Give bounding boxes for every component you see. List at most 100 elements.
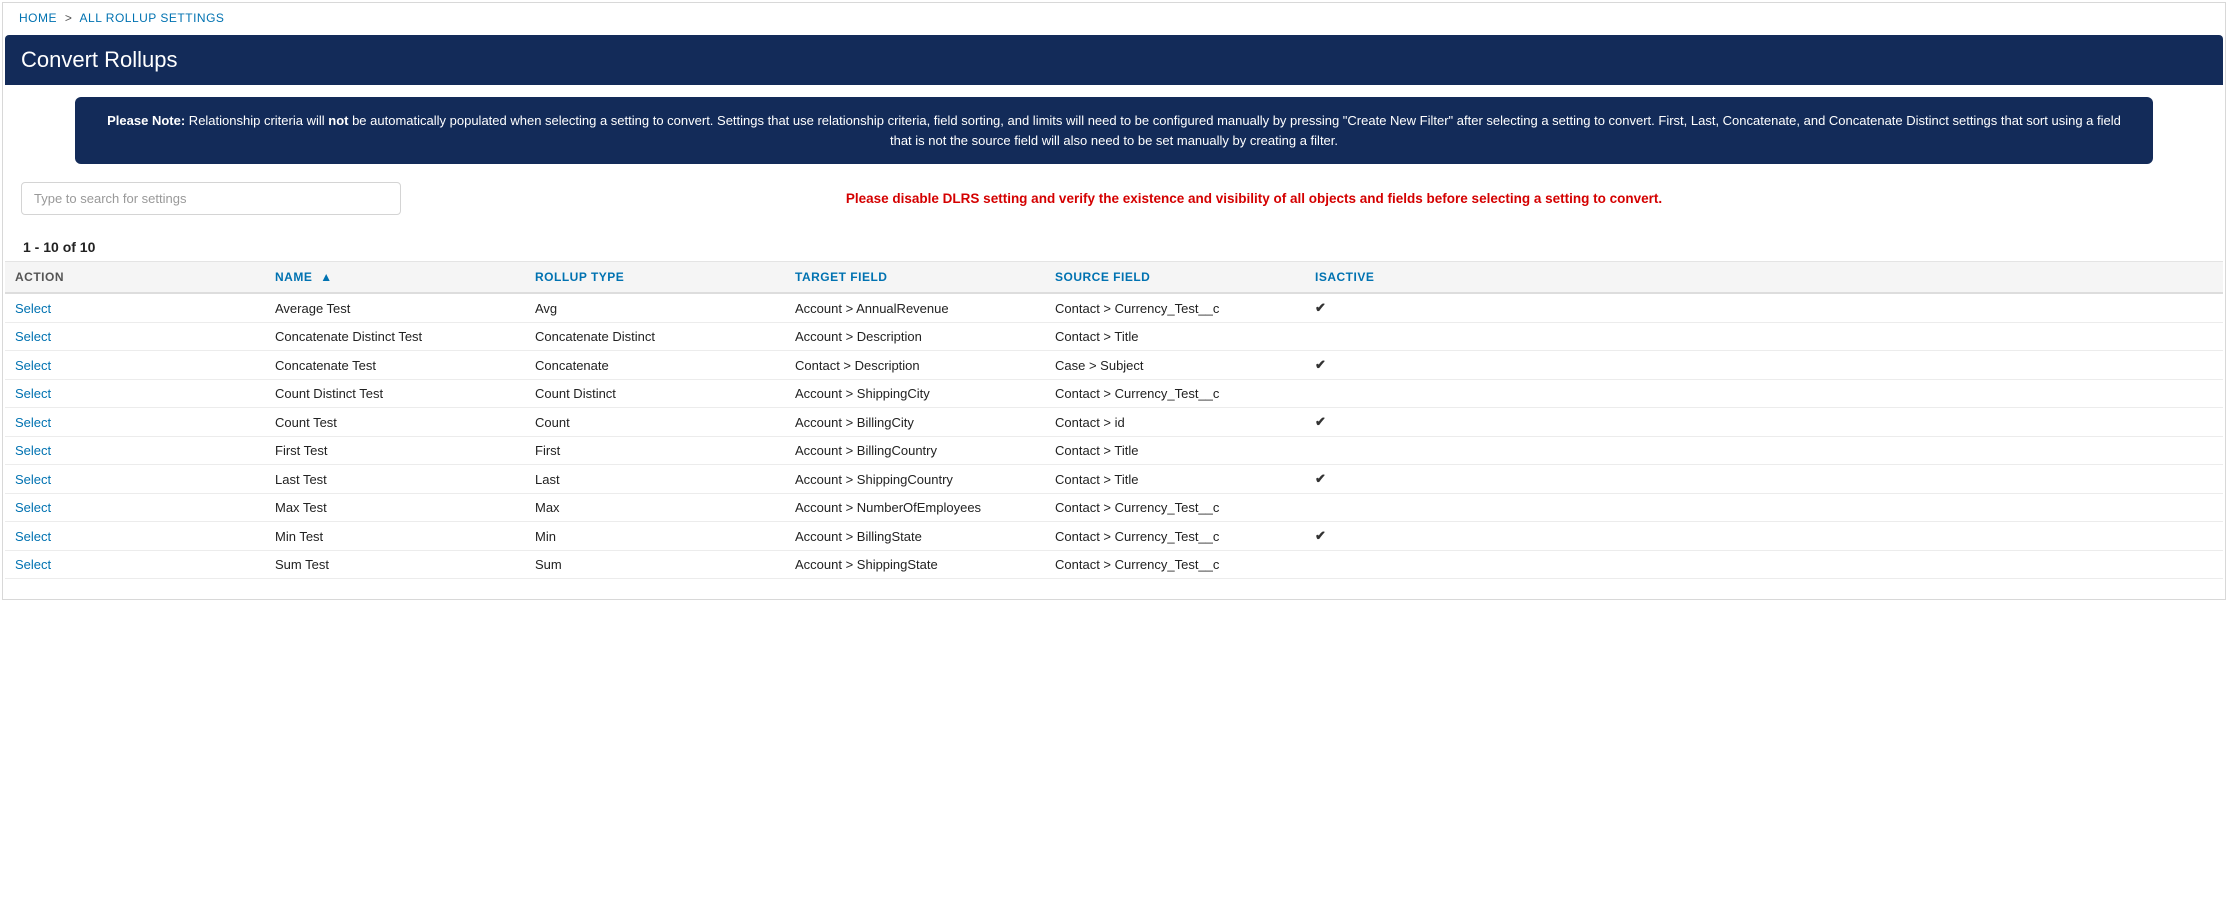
- sort-asc-icon: ▲: [320, 270, 332, 284]
- col-source-field-label: SOURCE FIELD: [1055, 270, 1150, 284]
- col-name-label: NAME: [275, 270, 312, 284]
- cell-target-field: Account > ShippingCountry: [785, 465, 1045, 494]
- select-link[interactable]: Select: [15, 529, 51, 544]
- col-name[interactable]: NAME ▲: [265, 262, 525, 293]
- cell-source-field: Case > Subject: [1045, 351, 1305, 380]
- cell-rollup-type: Max: [525, 494, 785, 522]
- cell-target-field: Contact > Description: [785, 351, 1045, 380]
- table-row: Select Concatenate TestConcatenateContact…: [5, 351, 2223, 380]
- note-text-2: be automatically populated when selectin…: [348, 113, 2120, 148]
- cell-rollup-type: First: [525, 437, 785, 465]
- cell-target-field: Account > NumberOfEmployees: [785, 494, 1045, 522]
- page-title: Convert Rollups: [5, 35, 2223, 85]
- table-row: Select First TestFirstAccount > BillingCo…: [5, 437, 2223, 465]
- search-input[interactable]: [21, 182, 401, 215]
- col-action: ACTION: [5, 262, 265, 293]
- settings-table-wrap: ACTION NAME ▲ ROLLUP TYPE TARGET FIELD S…: [5, 261, 2223, 579]
- cell-source-field: Contact > Currency_Test__c: [1045, 293, 1305, 323]
- cell-isactive: ✔: [1305, 293, 2223, 323]
- note-text-1: Relationship criteria will: [185, 113, 328, 128]
- cell-rollup-type: Concatenate: [525, 351, 785, 380]
- breadcrumb-sep-icon: >: [65, 11, 73, 25]
- check-icon: ✔: [1315, 357, 1326, 372]
- select-link[interactable]: Select: [15, 301, 51, 316]
- select-link[interactable]: Select: [15, 358, 51, 373]
- col-rollup-type-label: ROLLUP TYPE: [535, 270, 624, 284]
- table-row: Select Concatenate Distinct TestConcatena…: [5, 323, 2223, 351]
- select-link[interactable]: Select: [15, 557, 51, 572]
- col-target-field[interactable]: TARGET FIELD: [785, 262, 1045, 293]
- cell-name: Last Test: [265, 465, 525, 494]
- cell-name: First Test: [265, 437, 525, 465]
- cell-name: Concatenate Test: [265, 351, 525, 380]
- cell-name: Count Test: [265, 408, 525, 437]
- cell-isactive: [1305, 494, 2223, 522]
- warning-message: Please disable DLRS setting and verify t…: [401, 191, 2207, 206]
- cell-source-field: Contact > id: [1045, 408, 1305, 437]
- cell-name: Count Distinct Test: [265, 380, 525, 408]
- cell-source-field: Contact > Title: [1045, 465, 1305, 494]
- col-isactive-label: ISACTIVE: [1315, 270, 1374, 284]
- cell-source-field: Contact > Currency_Test__c: [1045, 380, 1305, 408]
- cell-rollup-type: Last: [525, 465, 785, 494]
- cell-rollup-type: Min: [525, 522, 785, 551]
- breadcrumb: HOME > ALL ROLLUP SETTINGS: [3, 3, 2225, 33]
- cell-target-field: Account > BillingCity: [785, 408, 1045, 437]
- cell-rollup-type: Concatenate Distinct: [525, 323, 785, 351]
- cell-rollup-type: Count Distinct: [525, 380, 785, 408]
- table-row: Select Max TestMaxAccount > NumberOfEmplo…: [5, 494, 2223, 522]
- col-target-field-label: TARGET FIELD: [795, 270, 887, 284]
- col-isactive[interactable]: ISACTIVE: [1305, 262, 2223, 293]
- cell-isactive: [1305, 551, 2223, 579]
- table-row: Select Sum TestSumAccount > ShippingState…: [5, 551, 2223, 579]
- cell-source-field: Contact > Title: [1045, 437, 1305, 465]
- col-rollup-type[interactable]: ROLLUP TYPE: [525, 262, 785, 293]
- cell-isactive: [1305, 380, 2223, 408]
- cell-rollup-type: Avg: [525, 293, 785, 323]
- cell-rollup-type: Sum: [525, 551, 785, 579]
- cell-source-field: Contact > Currency_Test__c: [1045, 551, 1305, 579]
- cell-name: Max Test: [265, 494, 525, 522]
- table-row: Select Last TestLastAccount > ShippingCou…: [5, 465, 2223, 494]
- cell-isactive: ✔: [1305, 522, 2223, 551]
- check-icon: ✔: [1315, 528, 1326, 543]
- cell-target-field: Account > ShippingCity: [785, 380, 1045, 408]
- cell-target-field: Account > Description: [785, 323, 1045, 351]
- settings-table: ACTION NAME ▲ ROLLUP TYPE TARGET FIELD S…: [5, 262, 2223, 579]
- select-link[interactable]: Select: [15, 472, 51, 487]
- table-row: Select Min TestMinAccount > BillingStateC…: [5, 522, 2223, 551]
- select-link[interactable]: Select: [15, 386, 51, 401]
- pager-text: 1 - 10 of 10: [5, 225, 2223, 261]
- check-icon: ✔: [1315, 414, 1326, 429]
- cell-target-field: Account > ShippingState: [785, 551, 1045, 579]
- cell-target-field: Account > BillingCountry: [785, 437, 1045, 465]
- cell-name: Min Test: [265, 522, 525, 551]
- breadcrumb-home[interactable]: HOME: [19, 11, 57, 25]
- table-row: Select Count TestCountAccount > BillingCi…: [5, 408, 2223, 437]
- cell-isactive: ✔: [1305, 465, 2223, 494]
- cell-source-field: Contact > Currency_Test__c: [1045, 494, 1305, 522]
- cell-isactive: [1305, 323, 2223, 351]
- note-prefix: Please Note:: [107, 113, 185, 128]
- table-row: SelectAverage TestAvgAccount > AnnualRev…: [5, 293, 2223, 323]
- breadcrumb-current[interactable]: ALL ROLLUP SETTINGS: [80, 11, 225, 25]
- select-link[interactable]: Select: [15, 415, 51, 430]
- cell-isactive: ✔: [1305, 408, 2223, 437]
- select-link[interactable]: Select: [15, 329, 51, 344]
- select-link[interactable]: Select: [15, 443, 51, 458]
- cell-rollup-type: Count: [525, 408, 785, 437]
- cell-name: Concatenate Distinct Test: [265, 323, 525, 351]
- check-icon: ✔: [1315, 471, 1326, 486]
- check-icon: ✔: [1315, 300, 1326, 315]
- cell-source-field: Contact > Currency_Test__c: [1045, 522, 1305, 551]
- cell-isactive: [1305, 437, 2223, 465]
- note-banner: Please Note: Relationship criteria will …: [75, 97, 2153, 164]
- cell-target-field: Account > BillingState: [785, 522, 1045, 551]
- select-link[interactable]: Select: [15, 500, 51, 515]
- cell-name: Sum Test: [265, 551, 525, 579]
- cell-name: Average Test: [265, 293, 525, 323]
- col-source-field[interactable]: SOURCE FIELD: [1045, 262, 1305, 293]
- table-row: Select Count Distinct TestCount DistinctA…: [5, 380, 2223, 408]
- cell-source-field: Contact > Title: [1045, 323, 1305, 351]
- note-not: not: [328, 113, 348, 128]
